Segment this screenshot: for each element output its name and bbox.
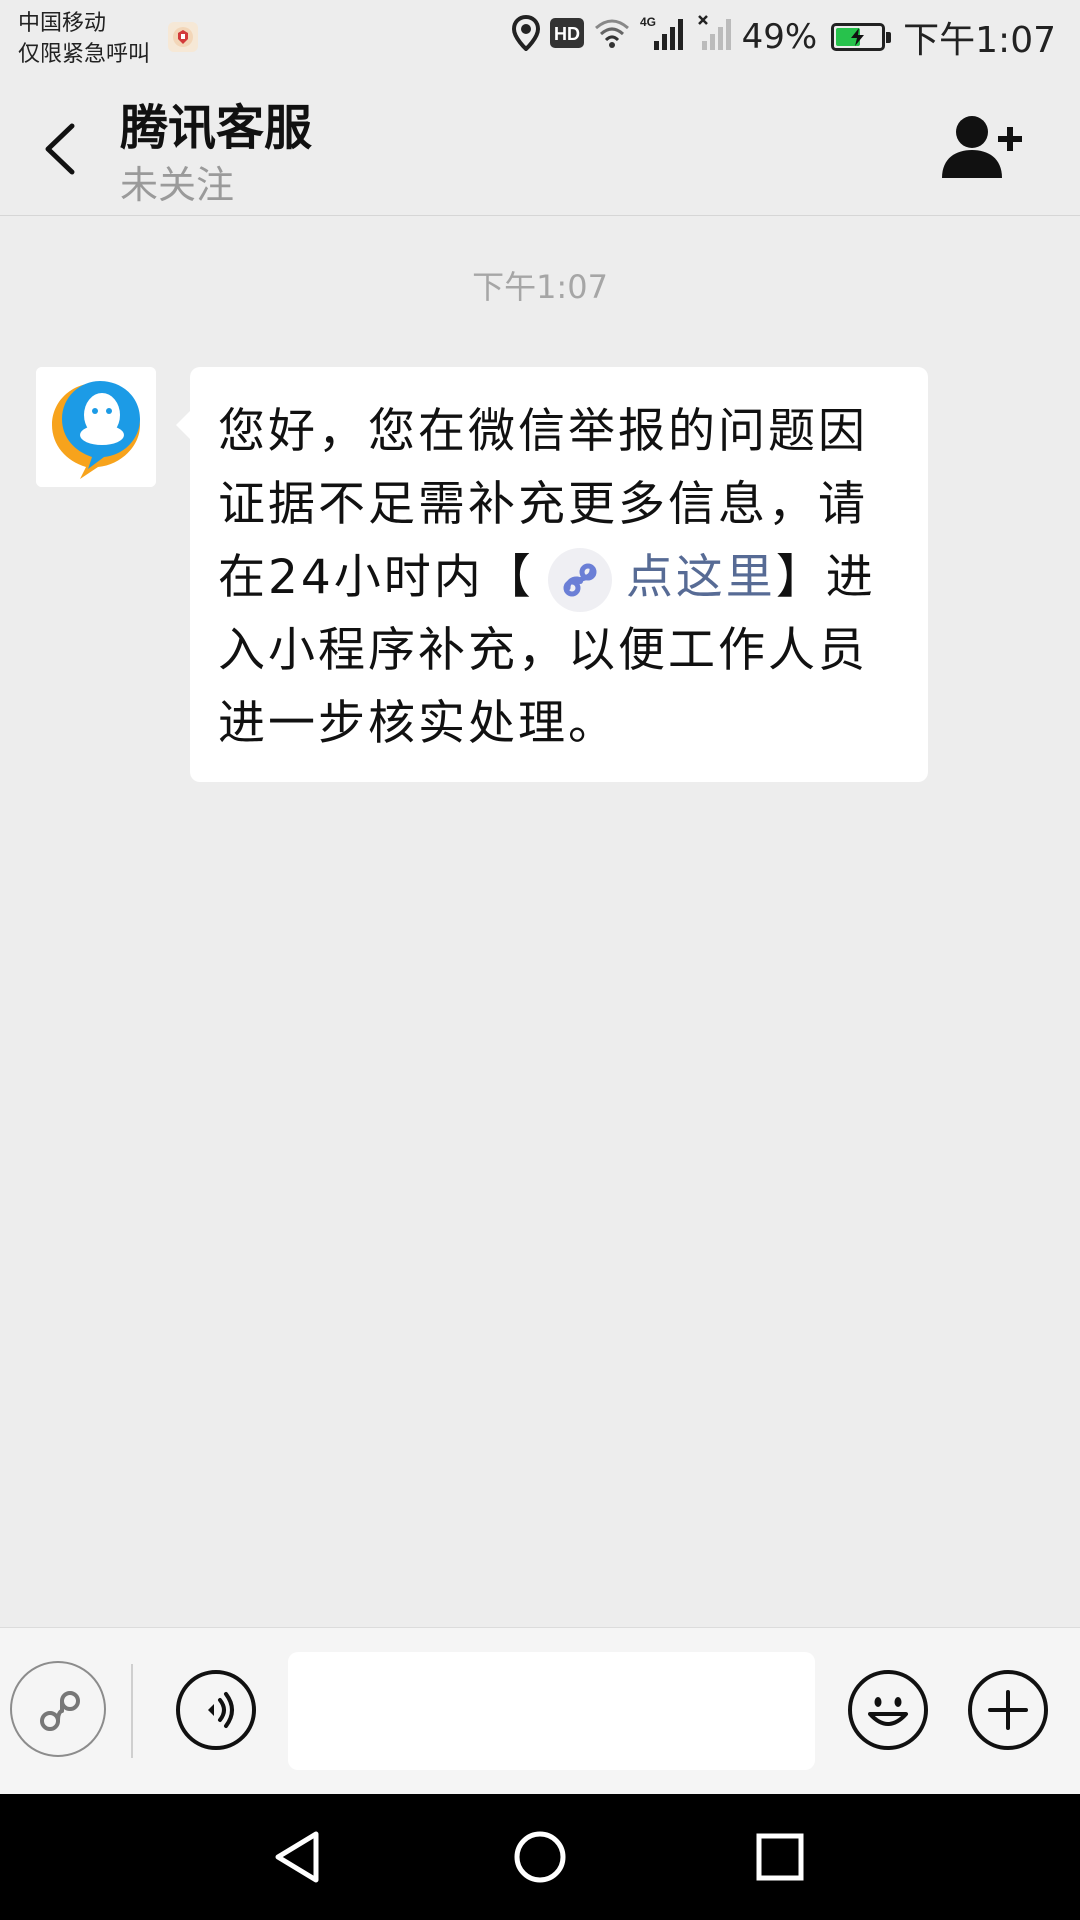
emoji-icon: [868, 1697, 908, 1726]
carrier-name: 中国移动: [18, 11, 107, 36]
system-nav-bar: [0, 1794, 1080, 1920]
more-button[interactable]: [968, 1670, 1048, 1750]
divider: [131, 1664, 133, 1758]
status-time: 下午1:07: [903, 20, 1056, 61]
link-text[interactable]: 点这里: [626, 541, 776, 614]
nav-back-button[interactable]: [264, 1822, 334, 1892]
status-bar: 中国移动 仅限紧急呼叫 HD 4G 49% 下午1:07: [0, 0, 1080, 78]
emoji-button[interactable]: [848, 1670, 928, 1750]
voice-icon: [208, 1692, 234, 1728]
signal-no-sim-icon: [697, 14, 732, 60]
nav-home-button[interactable]: [505, 1822, 575, 1892]
mini-program-icon: [547, 547, 612, 612]
chevron-left-icon: [45, 123, 75, 175]
message-bubble[interactable]: 您好，您在微信举报的问题因证据不足需补充更多信息，请在24小时内【 点这里 】进入小…: [176, 367, 928, 782]
nav-recent-icon: [756, 1833, 804, 1881]
message-input[interactable]: [288, 1652, 815, 1770]
wifi-icon: [594, 17, 630, 57]
svg-text:HD: HD: [554, 24, 580, 44]
svg-text:4G: 4G: [640, 15, 656, 29]
nav-home-icon: [514, 1831, 566, 1883]
mini-program-link[interactable]: 点这里: [534, 541, 776, 614]
add-contact-icon: [942, 116, 1022, 178]
notification-icon: [168, 22, 198, 52]
status-icons: HD 4G 49% 下午1:07: [511, 14, 1056, 61]
back-button[interactable]: [36, 114, 86, 184]
avatar[interactable]: [36, 367, 156, 487]
input-bar: [0, 1627, 1080, 1794]
plus-icon: [988, 1690, 1028, 1730]
tencent-service-logo-icon: [36, 367, 156, 487]
mini-program-icon: [40, 1691, 80, 1731]
nav-back-icon: [275, 1831, 319, 1883]
follow-status[interactable]: 未关注: [120, 154, 234, 209]
signal-4g-icon: 4G: [640, 15, 688, 60]
nav-recent-button[interactable]: [745, 1822, 815, 1892]
battery-icon: [831, 23, 892, 51]
carrier-status: 仅限紧急呼叫: [18, 42, 151, 67]
battery-percent: 49%: [741, 17, 818, 57]
hd-icon: HD: [549, 17, 584, 57]
location-icon: [511, 14, 540, 60]
carrier-info: 中国移动 仅限紧急呼叫: [18, 8, 150, 70]
voice-button[interactable]: [176, 1670, 256, 1750]
chat-title: 腾讯客服: [120, 100, 313, 156]
add-contact-button[interactable]: [940, 112, 1024, 182]
mini-program-button[interactable]: [10, 1661, 106, 1757]
chat-header: 腾讯客服 未关注: [0, 78, 1080, 216]
message-timestamp: 下午1:07: [472, 268, 608, 306]
